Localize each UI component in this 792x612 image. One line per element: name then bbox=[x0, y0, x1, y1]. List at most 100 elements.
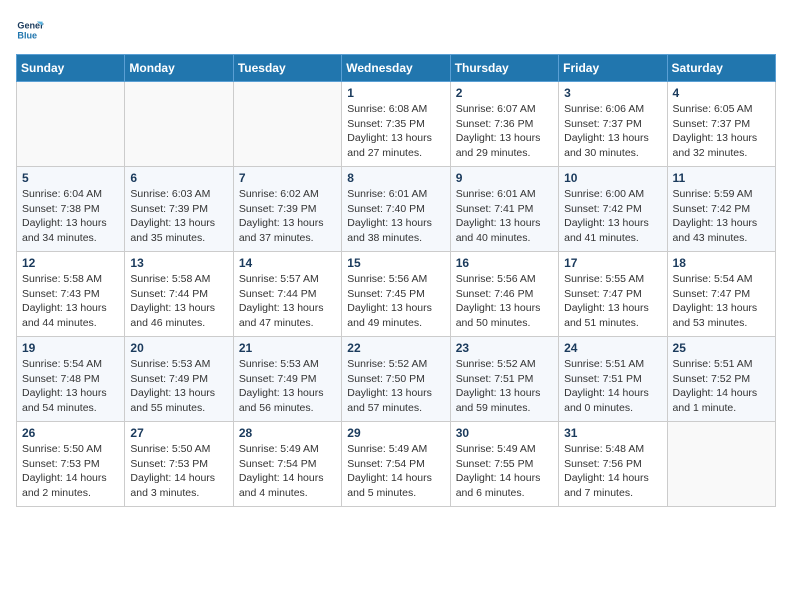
calendar-cell: 17 Sunrise: 5:55 AMSunset: 7:47 PMDayligh… bbox=[559, 252, 667, 337]
day-info: Sunrise: 6:01 AMSunset: 7:41 PMDaylight:… bbox=[456, 187, 553, 246]
day-info: Sunrise: 6:01 AMSunset: 7:40 PMDaylight:… bbox=[347, 187, 444, 246]
day-info: Sunrise: 5:51 AMSunset: 7:51 PMDaylight:… bbox=[564, 357, 661, 416]
day-info: Sunrise: 5:52 AMSunset: 7:50 PMDaylight:… bbox=[347, 357, 444, 416]
day-number: 23 bbox=[456, 341, 553, 355]
calendar-cell: 28Sunrise: 5:49 AMSunset: 7:54 PMDayligh… bbox=[233, 422, 341, 507]
day-info: Sunrise: 6:00 AMSunset: 7:42 PMDaylight:… bbox=[564, 187, 661, 246]
calendar-cell: 13 Sunrise: 5:58 AMSunset: 7:44 PMDayligh… bbox=[125, 252, 233, 337]
day-info: Sunrise: 5:49 AMSunset: 7:54 PMDaylight:… bbox=[347, 442, 444, 501]
calendar-cell: 23 Sunrise: 5:52 AMSunset: 7:51 PMDayligh… bbox=[450, 337, 558, 422]
calendar-cell: 26Sunrise: 5:50 AMSunset: 7:53 PMDayligh… bbox=[17, 422, 125, 507]
weekday-header-sunday: Sunday bbox=[17, 55, 125, 82]
day-number: 9 bbox=[456, 171, 553, 185]
day-number: 20 bbox=[130, 341, 227, 355]
calendar-week-row: 19Sunrise: 5:54 AMSunset: 7:48 PMDayligh… bbox=[17, 337, 776, 422]
day-number: 26 bbox=[22, 426, 119, 440]
day-number: 14 bbox=[239, 256, 336, 270]
day-info: Sunrise: 6:02 AMSunset: 7:39 PMDaylight:… bbox=[239, 187, 336, 246]
day-info: Sunrise: 6:06 AMSunset: 7:37 PMDaylight:… bbox=[564, 102, 661, 161]
day-info: Sunrise: 5:56 AMSunset: 7:45 PMDaylight:… bbox=[347, 272, 444, 331]
day-info: Sunrise: 5:56 AMSunset: 7:46 PMDaylight:… bbox=[456, 272, 553, 331]
day-number: 8 bbox=[347, 171, 444, 185]
calendar-cell: 30 Sunrise: 5:49 AMSunset: 7:55 PMDayligh… bbox=[450, 422, 558, 507]
day-number: 5 bbox=[22, 171, 119, 185]
calendar-cell: 20 Sunrise: 5:53 AMSunset: 7:49 PMDayligh… bbox=[125, 337, 233, 422]
day-info: Sunrise: 5:59 AMSunset: 7:42 PMDaylight:… bbox=[673, 187, 770, 246]
calendar-cell: 22 Sunrise: 5:52 AMSunset: 7:50 PMDayligh… bbox=[342, 337, 450, 422]
day-info: Sunrise: 5:55 AMSunset: 7:47 PMDaylight:… bbox=[564, 272, 661, 331]
calendar-cell: 7 Sunrise: 6:02 AMSunset: 7:39 PMDaylight… bbox=[233, 167, 341, 252]
day-info: Sunrise: 5:57 AMSunset: 7:44 PMDaylight:… bbox=[239, 272, 336, 331]
day-number: 25 bbox=[673, 341, 770, 355]
calendar-cell: 10Sunrise: 6:00 AMSunset: 7:42 PMDayligh… bbox=[559, 167, 667, 252]
page-header: General Blue bbox=[16, 16, 776, 44]
calendar-cell bbox=[125, 82, 233, 167]
calendar-cell: 16 Sunrise: 5:56 AMSunset: 7:46 PMDayligh… bbox=[450, 252, 558, 337]
calendar-cell: 9 Sunrise: 6:01 AMSunset: 7:41 PMDaylight… bbox=[450, 167, 558, 252]
day-number: 7 bbox=[239, 171, 336, 185]
day-number: 3 bbox=[564, 86, 661, 100]
day-number: 18 bbox=[673, 256, 770, 270]
day-info: Sunrise: 6:07 AMSunset: 7:36 PMDaylight:… bbox=[456, 102, 553, 161]
day-number: 17 bbox=[564, 256, 661, 270]
day-info: Sunrise: 6:03 AMSunset: 7:39 PMDaylight:… bbox=[130, 187, 227, 246]
calendar-header-row: SundayMondayTuesdayWednesdayThursdayFrid… bbox=[17, 55, 776, 82]
calendar-week-row: 12 Sunrise: 5:58 AMSunset: 7:43 PMDayligh… bbox=[17, 252, 776, 337]
day-number: 4 bbox=[673, 86, 770, 100]
calendar-cell bbox=[667, 422, 775, 507]
weekday-header-thursday: Thursday bbox=[450, 55, 558, 82]
day-info: Sunrise: 5:49 AMSunset: 7:54 PMDaylight:… bbox=[239, 442, 336, 501]
day-number: 29 bbox=[347, 426, 444, 440]
calendar-cell: 14 Sunrise: 5:57 AMSunset: 7:44 PMDayligh… bbox=[233, 252, 341, 337]
calendar-week-row: 5 Sunrise: 6:04 AMSunset: 7:38 PMDaylight… bbox=[17, 167, 776, 252]
calendar-cell: 5 Sunrise: 6:04 AMSunset: 7:38 PMDaylight… bbox=[17, 167, 125, 252]
day-info: Sunrise: 5:58 AMSunset: 7:43 PMDaylight:… bbox=[22, 272, 119, 331]
calendar-cell: 27Sunrise: 5:50 AMSunset: 7:53 PMDayligh… bbox=[125, 422, 233, 507]
day-info: Sunrise: 5:48 AMSunset: 7:56 PMDaylight:… bbox=[564, 442, 661, 501]
weekday-header-monday: Monday bbox=[125, 55, 233, 82]
calendar-cell: 3 Sunrise: 6:06 AMSunset: 7:37 PMDaylight… bbox=[559, 82, 667, 167]
calendar-cell: 31 Sunrise: 5:48 AMSunset: 7:56 PMDayligh… bbox=[559, 422, 667, 507]
calendar-cell: 24 Sunrise: 5:51 AMSunset: 7:51 PMDayligh… bbox=[559, 337, 667, 422]
weekday-header-wednesday: Wednesday bbox=[342, 55, 450, 82]
calendar-cell: 11 Sunrise: 5:59 AMSunset: 7:42 PMDayligh… bbox=[667, 167, 775, 252]
day-number: 11 bbox=[673, 171, 770, 185]
day-info: Sunrise: 5:50 AMSunset: 7:53 PMDaylight:… bbox=[130, 442, 227, 501]
day-info: Sunrise: 5:54 AMSunset: 7:48 PMDaylight:… bbox=[22, 357, 119, 416]
calendar-cell: 12 Sunrise: 5:58 AMSunset: 7:43 PMDayligh… bbox=[17, 252, 125, 337]
day-number: 13 bbox=[130, 256, 227, 270]
calendar-cell: 6 Sunrise: 6:03 AMSunset: 7:39 PMDaylight… bbox=[125, 167, 233, 252]
day-number: 22 bbox=[347, 341, 444, 355]
day-info: Sunrise: 5:49 AMSunset: 7:55 PMDaylight:… bbox=[456, 442, 553, 501]
day-info: Sunrise: 5:51 AMSunset: 7:52 PMDaylight:… bbox=[673, 357, 770, 416]
day-info: Sunrise: 5:54 AMSunset: 7:47 PMDaylight:… bbox=[673, 272, 770, 331]
day-info: Sunrise: 6:04 AMSunset: 7:38 PMDaylight:… bbox=[22, 187, 119, 246]
day-number: 21 bbox=[239, 341, 336, 355]
day-info: Sunrise: 5:53 AMSunset: 7:49 PMDaylight:… bbox=[130, 357, 227, 416]
day-number: 31 bbox=[564, 426, 661, 440]
calendar-cell: 15 Sunrise: 5:56 AMSunset: 7:45 PMDayligh… bbox=[342, 252, 450, 337]
day-info: Sunrise: 5:53 AMSunset: 7:49 PMDaylight:… bbox=[239, 357, 336, 416]
day-info: Sunrise: 5:58 AMSunset: 7:44 PMDaylight:… bbox=[130, 272, 227, 331]
calendar-cell: 29 Sunrise: 5:49 AMSunset: 7:54 PMDayligh… bbox=[342, 422, 450, 507]
logo: General Blue bbox=[16, 16, 44, 44]
calendar-cell bbox=[233, 82, 341, 167]
calendar-table: SundayMondayTuesdayWednesdayThursdayFrid… bbox=[16, 54, 776, 507]
day-number: 6 bbox=[130, 171, 227, 185]
day-number: 24 bbox=[564, 341, 661, 355]
weekday-header-tuesday: Tuesday bbox=[233, 55, 341, 82]
day-number: 16 bbox=[456, 256, 553, 270]
day-number: 1 bbox=[347, 86, 444, 100]
calendar-cell: 1Sunrise: 6:08 AMSunset: 7:35 PMDaylight… bbox=[342, 82, 450, 167]
day-info: Sunrise: 5:52 AMSunset: 7:51 PMDaylight:… bbox=[456, 357, 553, 416]
day-number: 15 bbox=[347, 256, 444, 270]
day-number: 2 bbox=[456, 86, 553, 100]
day-number: 12 bbox=[22, 256, 119, 270]
weekday-header-saturday: Saturday bbox=[667, 55, 775, 82]
day-number: 30 bbox=[456, 426, 553, 440]
day-info: Sunrise: 6:05 AMSunset: 7:37 PMDaylight:… bbox=[673, 102, 770, 161]
calendar-cell: 8 Sunrise: 6:01 AMSunset: 7:40 PMDaylight… bbox=[342, 167, 450, 252]
calendar-week-row: 1Sunrise: 6:08 AMSunset: 7:35 PMDaylight… bbox=[17, 82, 776, 167]
calendar-cell: 25 Sunrise: 5:51 AMSunset: 7:52 PMDayligh… bbox=[667, 337, 775, 422]
calendar-cell: 19Sunrise: 5:54 AMSunset: 7:48 PMDayligh… bbox=[17, 337, 125, 422]
